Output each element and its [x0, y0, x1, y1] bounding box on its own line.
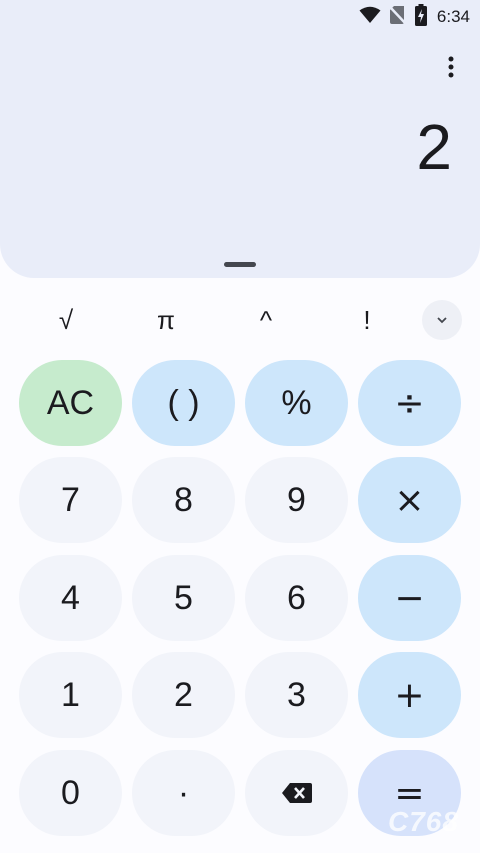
no-sim-icon — [388, 5, 407, 30]
backspace-icon — [281, 774, 313, 813]
decimal-button[interactable]: · — [132, 750, 235, 836]
display-panel: 6:34 2 — [0, 0, 480, 278]
result-display: 2 — [416, 111, 452, 183]
more-vert-icon — [448, 56, 454, 83]
digit-7-button[interactable]: 7 — [19, 457, 122, 543]
status-clock: 6:34 — [436, 7, 470, 26]
sqrt-button[interactable]: √ — [26, 296, 106, 344]
digit-1-button[interactable]: 1 — [19, 652, 122, 738]
multiply-label: × — [394, 479, 425, 521]
scientific-row: √ π ^ ! — [0, 296, 480, 344]
clear-button[interactable]: AC — [19, 360, 122, 446]
status-bar: 6:34 — [0, 0, 480, 34]
drag-handle[interactable] — [224, 262, 256, 267]
digit-9-button[interactable]: 9 — [245, 457, 348, 543]
backspace-button[interactable] — [245, 750, 348, 836]
chevron-down-icon — [436, 311, 448, 329]
divide-label: ÷ — [394, 382, 425, 424]
digit-3-button[interactable]: 3 — [245, 652, 348, 738]
add-button[interactable]: + — [358, 652, 461, 738]
subtract-button[interactable]: − — [358, 555, 461, 641]
digit-5-button[interactable]: 5 — [132, 555, 235, 641]
wifi-icon — [359, 6, 381, 29]
subtract-label: − — [394, 577, 425, 619]
power-button[interactable]: ^ — [226, 296, 306, 344]
digit-4-button[interactable]: 4 — [19, 555, 122, 641]
battery-charging-icon — [414, 3, 427, 31]
digit-8-button[interactable]: 8 — [132, 457, 235, 543]
add-label: + — [394, 674, 425, 716]
divide-button[interactable]: ÷ — [358, 360, 461, 446]
digit-0-button[interactable]: 0 — [19, 750, 122, 836]
more-options-button[interactable] — [436, 56, 466, 82]
pi-button[interactable]: π — [126, 296, 206, 344]
parentheses-button[interactable]: ( ) — [132, 360, 235, 446]
digit-6-button[interactable]: 6 — [245, 555, 348, 641]
percent-button[interactable]: % — [245, 360, 348, 446]
multiply-button[interactable]: × — [358, 457, 461, 543]
watermark: C768 — [388, 806, 459, 837]
factorial-button[interactable]: ! — [327, 296, 407, 344]
expand-button[interactable] — [422, 300, 462, 340]
digit-2-button[interactable]: 2 — [132, 652, 235, 738]
